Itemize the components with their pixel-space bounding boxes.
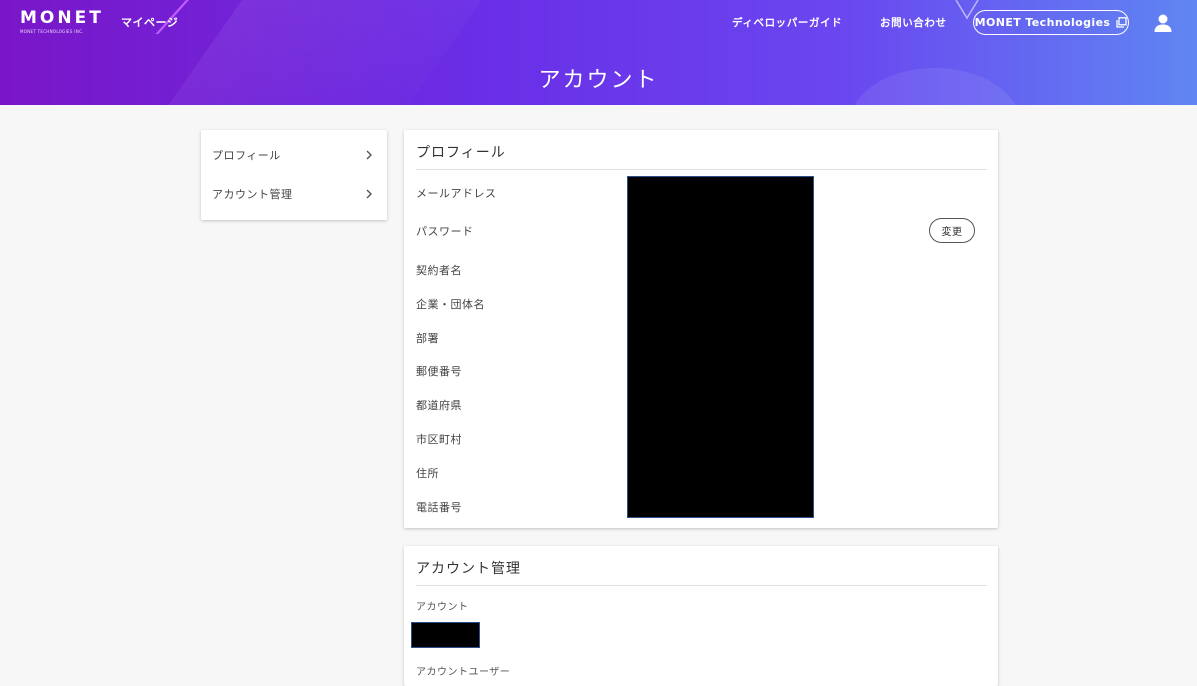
field-label-company-name: 企業・団体名 (416, 298, 485, 311)
field-label-city: 市区町村 (416, 433, 462, 446)
sidebar-item-profile[interactable]: プロフィール (201, 135, 387, 174)
field-label-department: 部署 (416, 332, 439, 345)
field-label-password: パスワード (416, 225, 474, 238)
sidebar-item-label: プロフィール (212, 148, 281, 162)
header-banner: MONET MONET TECHNOLOGIES INC. マイページ ディベロ… (0, 0, 1197, 105)
monet-technologies-button[interactable]: MONET Technologies (973, 10, 1129, 35)
field-label-postal-code: 郵便番号 (416, 365, 462, 378)
chevron-right-icon (366, 189, 372, 198)
nav-mypage-link[interactable]: マイページ (121, 14, 178, 30)
redacted-profile-values (627, 176, 814, 518)
field-label-prefecture: 都道府県 (416, 399, 462, 412)
field-label-email: メールアドレス (416, 187, 497, 200)
change-password-button[interactable]: 変更 (929, 218, 975, 243)
nav-contact-link[interactable]: お問い合わせ (880, 15, 947, 30)
nav-developer-guide-link[interactable]: ディベロッパーガイド (732, 15, 842, 30)
field-label-contractor-name: 契約者名 (416, 264, 462, 277)
user-account-icon[interactable] (1153, 13, 1173, 33)
account-label: アカウント (416, 602, 469, 613)
account-card-divider (416, 585, 987, 586)
field-label-phone: 電話番号 (416, 501, 462, 514)
monet-technologies-button-label: MONET Technologies (974, 16, 1111, 29)
account-sidebar-menu: プロフィール アカウント管理 (201, 130, 387, 220)
chevron-right-icon (366, 150, 372, 159)
profile-card: プロフィール メールアドレス パスワード 契約者名 企業・団体名 部署 郵便番号… (404, 130, 998, 528)
sidebar-item-account-management[interactable]: アカウント管理 (201, 174, 387, 213)
logo-wordmark: MONET (20, 8, 104, 28)
profile-card-divider (416, 169, 987, 170)
external-link-icon (1116, 17, 1128, 28)
profile-card-title: プロフィール (416, 145, 506, 161)
monet-logo[interactable]: MONET MONET TECHNOLOGIES INC. (20, 9, 104, 34)
account-card-title: アカウント管理 (416, 561, 521, 577)
redacted-account-value (411, 622, 480, 648)
sidebar-item-label: アカウント管理 (212, 187, 293, 201)
field-label-address: 住所 (416, 467, 439, 480)
account-management-card: アカウント管理 アカウント アカウントユーザー (404, 546, 998, 686)
logo-subtitle: MONET TECHNOLOGIES INC. (20, 29, 84, 34)
page-title: アカウント (538, 68, 659, 93)
